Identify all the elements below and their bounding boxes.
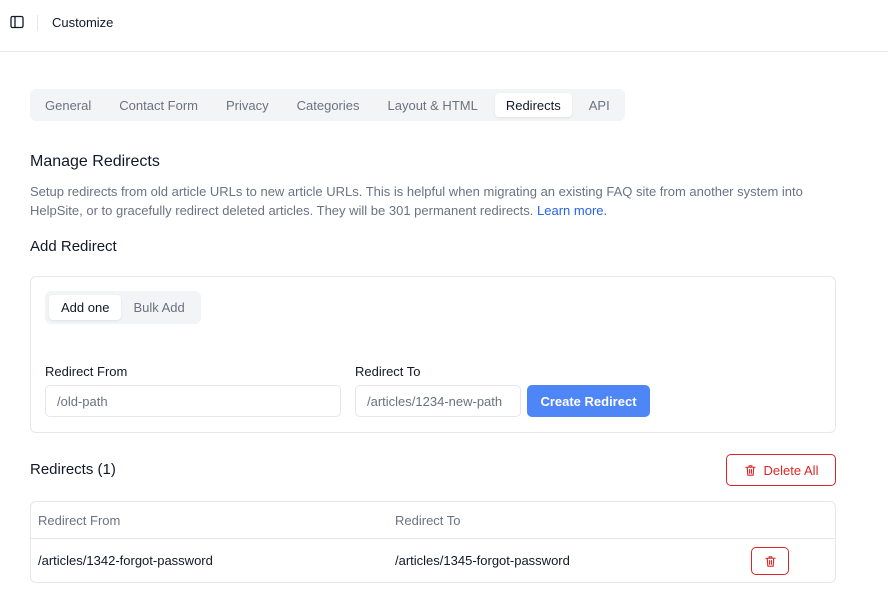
bulk-add-toggle[interactable]: Bulk Add [121, 295, 196, 320]
topbar-divider [37, 15, 38, 31]
redirects-table: Redirect From Redirect To /articles/1342… [30, 501, 836, 583]
tab-redirects[interactable]: Redirects [494, 93, 572, 117]
redirect-to-input[interactable] [355, 385, 521, 417]
table-row: /articles/1342-forgot-password /articles… [31, 539, 835, 582]
add-one-toggle[interactable]: Add one [49, 295, 122, 320]
learn-more-link[interactable]: Learn more. [537, 203, 607, 218]
column-header-to: Redirect To [395, 513, 461, 528]
trash-icon [764, 555, 776, 567]
redirect-from-label: Redirect From [45, 364, 128, 379]
tab-api[interactable]: API [578, 93, 621, 117]
settings-tabs: General Contact Form Privacy Categories … [30, 89, 625, 121]
tab-contact-form[interactable]: Contact Form [108, 93, 209, 117]
column-header-from: Redirect From [38, 513, 121, 528]
tab-privacy[interactable]: Privacy [215, 93, 280, 117]
section-title: Manage Redirects [30, 153, 160, 170]
table-header: Redirect From Redirect To [31, 502, 835, 539]
redirects-count-title: Redirects (1) [30, 461, 116, 478]
top-bar: Customize [0, 0, 888, 52]
delete-all-button[interactable]: Delete All [726, 454, 836, 486]
row-to-path: /articles/1345-forgot-password [395, 553, 570, 568]
redirect-to-label: Redirect To [355, 364, 421, 379]
add-mode-switch: Add one Bulk Add [45, 291, 201, 324]
create-redirect-button[interactable]: Create Redirect [527, 385, 650, 417]
page-title: Customize [52, 15, 114, 30]
description-text: Setup redirects from old article URLs to… [30, 184, 803, 218]
redirect-from-input[interactable] [45, 385, 341, 417]
tab-categories[interactable]: Categories [286, 93, 371, 117]
tab-layout-html[interactable]: Layout & HTML [377, 93, 489, 117]
add-redirect-card: Add one Bulk Add Redirect From Redirect … [30, 276, 836, 433]
row-delete-button[interactable] [751, 547, 789, 575]
section-description: Setup redirects from old article URLs to… [30, 182, 850, 220]
delete-all-label: Delete All [763, 462, 819, 478]
trash-icon [744, 464, 756, 476]
tab-general[interactable]: General [34, 93, 102, 117]
row-from-path: /articles/1342-forgot-password [38, 553, 213, 568]
add-redirect-title: Add Redirect [30, 238, 117, 255]
sidebar-toggle-icon[interactable] [10, 15, 24, 29]
